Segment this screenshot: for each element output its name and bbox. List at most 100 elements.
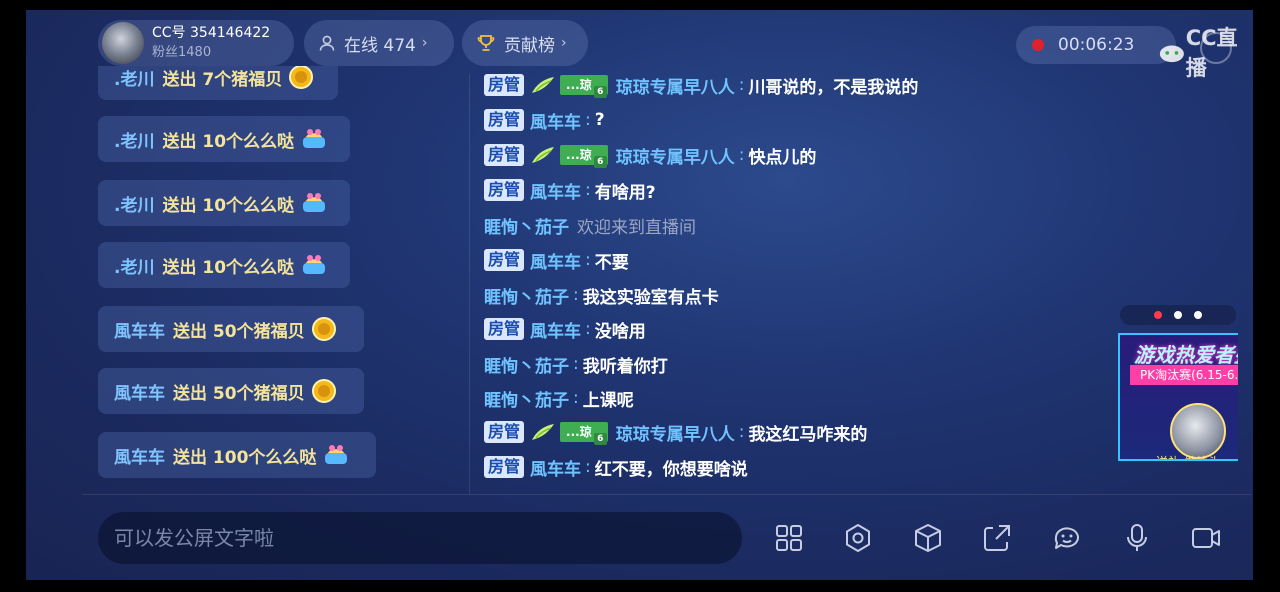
gift-user: .老川 — [114, 69, 155, 90]
fan-badge-name: ...琼 — [566, 78, 592, 92]
panel-divider — [469, 74, 470, 494]
anchor-avatar[interactable] — [102, 22, 144, 64]
gift-text: 送出 10个么么哒 — [162, 257, 295, 278]
emoji-icon — [1054, 527, 1079, 549]
gift-user: 風车车 — [114, 383, 165, 404]
cake-icon — [300, 190, 328, 216]
box-button[interactable] — [910, 520, 946, 556]
chat-username[interactable]: 風车车 — [530, 248, 581, 273]
fan-club-badge: ...琼 6 — [560, 145, 608, 168]
chat-separator: : — [738, 75, 745, 95]
record-dot-icon — [1032, 39, 1044, 51]
share-icon — [984, 525, 1010, 551]
carousel-indicator[interactable] — [1120, 305, 1236, 325]
chat-text: 不要 — [594, 252, 629, 273]
settings-button[interactable] — [840, 520, 876, 556]
banner-bottom-text: 送礼 做续头 — [1156, 453, 1220, 459]
fan-badge-name: ...琼 — [566, 148, 592, 162]
chat-message: 睚恂丶茄子 : 我听着你打 — [484, 352, 668, 377]
gift-notice: 風车车 送出 50个猪福贝 — [98, 306, 364, 352]
chat-text: 快点儿的 — [748, 147, 817, 168]
emoji-button[interactable] — [1049, 520, 1085, 556]
share-button[interactable] — [979, 520, 1015, 556]
chat-username[interactable]: 睚恂丶茄子 — [484, 386, 569, 411]
chat-separator: : — [573, 285, 579, 305]
fans-count: 粉丝1480 — [152, 45, 212, 60]
cc-logo-icon — [1159, 45, 1184, 63]
anchor-profile[interactable]: CC号 354146422 粉丝1480 — [98, 20, 294, 66]
mic-icon — [1127, 524, 1147, 551]
apps-button[interactable] — [771, 520, 807, 556]
chat-text: 我这红马咋来的 — [748, 424, 868, 445]
gift-text: 送出 50个猪福贝 — [173, 321, 305, 342]
banner-subtitle: PK淘汰赛(6.15-6. — [1130, 365, 1238, 385]
fan-badge-level: 6 — [593, 86, 607, 98]
apps-icon — [776, 525, 802, 551]
chat-separator: : — [585, 457, 591, 477]
admin-badge: 房管 — [484, 318, 525, 340]
carousel-dot[interactable] — [1174, 311, 1182, 319]
carousel-dot[interactable] — [1194, 311, 1202, 319]
fan-badge-level: 6 — [593, 433, 607, 445]
gift-notice: .老川 送出 10个么么哒 — [98, 242, 350, 288]
chat-username[interactable]: 風车车 — [530, 455, 581, 480]
video-icon — [1192, 528, 1220, 548]
cake-icon — [300, 126, 328, 152]
event-banner[interactable]: 游戏热爱者盛 PK淘汰赛(6.15-6. 送礼 做续头 — [1118, 333, 1238, 461]
chat-message: 睚恂丶茄子 : 上课呢 — [484, 386, 634, 411]
chat-input[interactable] — [98, 512, 742, 564]
chat-message: 房管 風车车 : 有啥用? — [484, 178, 656, 203]
chat-username[interactable]: 風车车 — [530, 108, 581, 133]
chat-username[interactable]: 琼琼专属早八人 — [616, 420, 735, 445]
chat-username[interactable]: 風车车 — [530, 317, 581, 342]
gift-notice: .老川 送出 10个么么哒 — [98, 180, 350, 226]
admin-badge: 房管 — [484, 144, 525, 166]
admin-badge: 房管 — [484, 109, 525, 131]
gift-notice: .老川 送出 10个么么哒 — [98, 116, 350, 162]
contribution-rank-button[interactable]: 贡献榜 › — [462, 20, 588, 66]
chat-message: 房管 風车车 : ? — [484, 108, 605, 133]
chat-text: 红不要，你想要啥说 — [594, 459, 748, 480]
chat-text: 我这实验室有点卡 — [582, 287, 719, 308]
gift-text: 送出 50个猪福贝 — [173, 383, 305, 404]
online-count-button[interactable]: 在线 474 › — [304, 20, 454, 66]
chat-username[interactable]: 睚恂丶茄子 — [484, 283, 569, 308]
chat-username[interactable]: 睚恂丶茄子 — [484, 352, 569, 377]
video-button[interactable] — [1188, 520, 1224, 556]
chat-message: 睚恂丶茄子 : 我这实验室有点卡 — [484, 283, 719, 308]
chat-message: 房管 ...琼 6 琼琼专属早八人 : 川哥说的，不是我说的 — [484, 73, 918, 98]
gift-user: .老川 — [114, 131, 155, 152]
wing-icon — [530, 75, 556, 95]
fan-club-badge: ...琼 6 — [560, 422, 608, 445]
trophy-icon — [476, 33, 496, 53]
chat-text: 上课呢 — [582, 390, 634, 411]
gift-user: .老川 — [114, 257, 155, 278]
chat-message: 房管 風车车 : 不要 — [484, 248, 629, 273]
chat-username[interactable]: 睚恂丶茄子 — [484, 213, 569, 238]
carousel-dot-active[interactable] — [1154, 311, 1162, 319]
chat-separator: : — [585, 180, 591, 200]
gift-user: .老川 — [114, 195, 155, 216]
anchor-info: CC号 354146422 粉丝1480 — [152, 24, 270, 62]
chat-message: 房管 ...琼 6 琼琼专属早八人 : 快点儿的 — [484, 143, 817, 168]
chat-separator: : — [573, 354, 579, 374]
welcome-text: 欢迎来到直播间 — [577, 217, 696, 238]
wing-icon — [530, 145, 556, 165]
gift-user: 風车车 — [114, 447, 165, 468]
chat-username[interactable]: 琼琼专属早八人 — [616, 143, 735, 168]
chat-separator: : — [585, 110, 591, 130]
chat-username[interactable]: 琼琼专属早八人 — [616, 73, 735, 98]
contribution-label: 贡献榜 — [504, 35, 555, 56]
cake-icon — [322, 442, 350, 468]
gift-user: 風车车 — [114, 321, 165, 342]
mic-button[interactable] — [1119, 520, 1155, 556]
admin-badge: 房管 — [484, 179, 525, 201]
admin-badge: 房管 — [484, 456, 525, 478]
bottom-divider — [82, 494, 1252, 495]
chat-username[interactable]: 風车车 — [530, 178, 581, 203]
cake-icon — [300, 252, 328, 278]
online-label: 在线 474 — [344, 35, 416, 56]
chat-separator: : — [738, 422, 745, 442]
admin-badge: 房管 — [484, 249, 525, 271]
wing-icon — [530, 422, 556, 442]
